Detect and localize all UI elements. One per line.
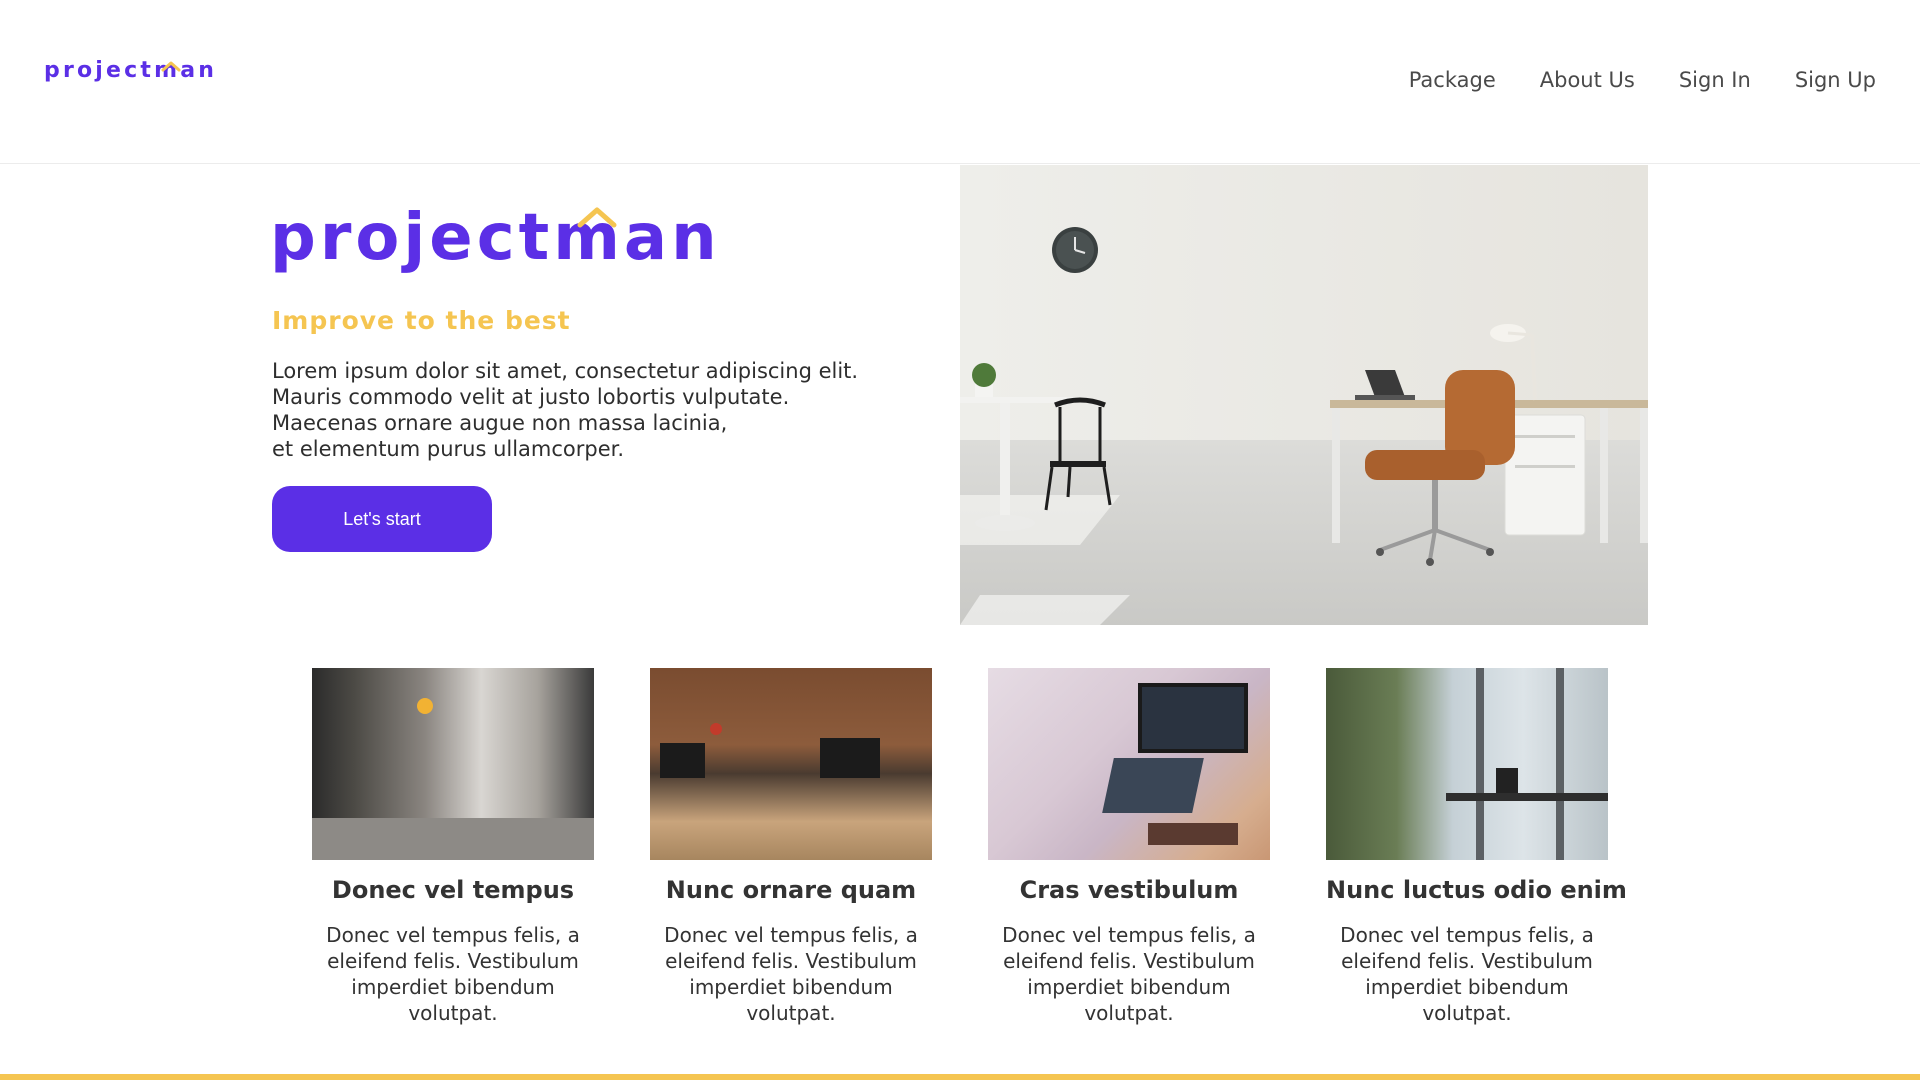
card-image-corridor [312,668,594,860]
hero-tagline: Improve to the best [272,306,571,335]
main-nav: Package About Us Sign In Sign Up [1409,68,1876,92]
card-image-coworking [650,668,932,860]
card-title: Donec vel tempus [331,876,575,904]
card-description: Donec vel tempus felis, a eleifend felis… [1340,923,1594,1025]
lets-start-button[interactable]: Let's start [272,486,492,552]
site-header: projectman Package About Us Sign In Sign… [0,0,1920,164]
card-title: Nunc luctus odio enim [1326,876,1627,904]
hero-logo: projectman [270,206,721,270]
card-title: Cras vestibulum [1019,876,1239,904]
nav-package-link[interactable]: Package [1409,68,1496,92]
card-image-window-plants [1326,668,1608,860]
hero-description-line: Maecenas ornare augue non massa lacinia, [272,411,728,435]
feature-card: Nunc luctus odio enim Donec vel tempus f… [1326,668,1627,1026]
feature-card: Donec vel tempus Donec vel tempus felis,… [312,668,594,1026]
nav-sign-up-link[interactable]: Sign Up [1795,68,1876,92]
hero-logo-caret-icon [577,207,617,228]
feature-card: Nunc ornare quam Donec vel tempus felis,… [650,668,932,1026]
hero-description: Lorem ipsum dolor sit amet, consectetur … [272,358,872,462]
card-image-desk-setup [988,668,1270,860]
nav-sign-in-link[interactable]: Sign In [1679,68,1751,92]
feature-card: Cras vestibulum Donec vel tempus felis, … [988,668,1270,1026]
hero-description-line: Mauris commodo velit at justo lobortis v… [272,385,790,409]
header-logo-text: projectman [44,58,218,83]
logo-caret-icon [161,61,181,72]
header-logo[interactable]: projectman [44,58,217,98]
footer-accent-bar [0,1074,1920,1080]
card-description: Donec vel tempus felis, a eleifend felis… [326,923,580,1025]
hero-office-image [960,165,1648,625]
card-description: Donec vel tempus felis, a eleifend felis… [1002,923,1256,1025]
nav-about-us-link[interactable]: About Us [1540,68,1635,92]
card-title: Nunc ornare quam [665,876,917,904]
card-description: Donec vel tempus felis, a eleifend felis… [664,923,918,1025]
hero-title: projectman [270,201,721,275]
hero-description-line: et elementum purus ullamcorper. [272,437,625,461]
hero-description-line: Lorem ipsum dolor sit amet, consectetur … [272,359,859,383]
office-illustration [960,165,1648,625]
